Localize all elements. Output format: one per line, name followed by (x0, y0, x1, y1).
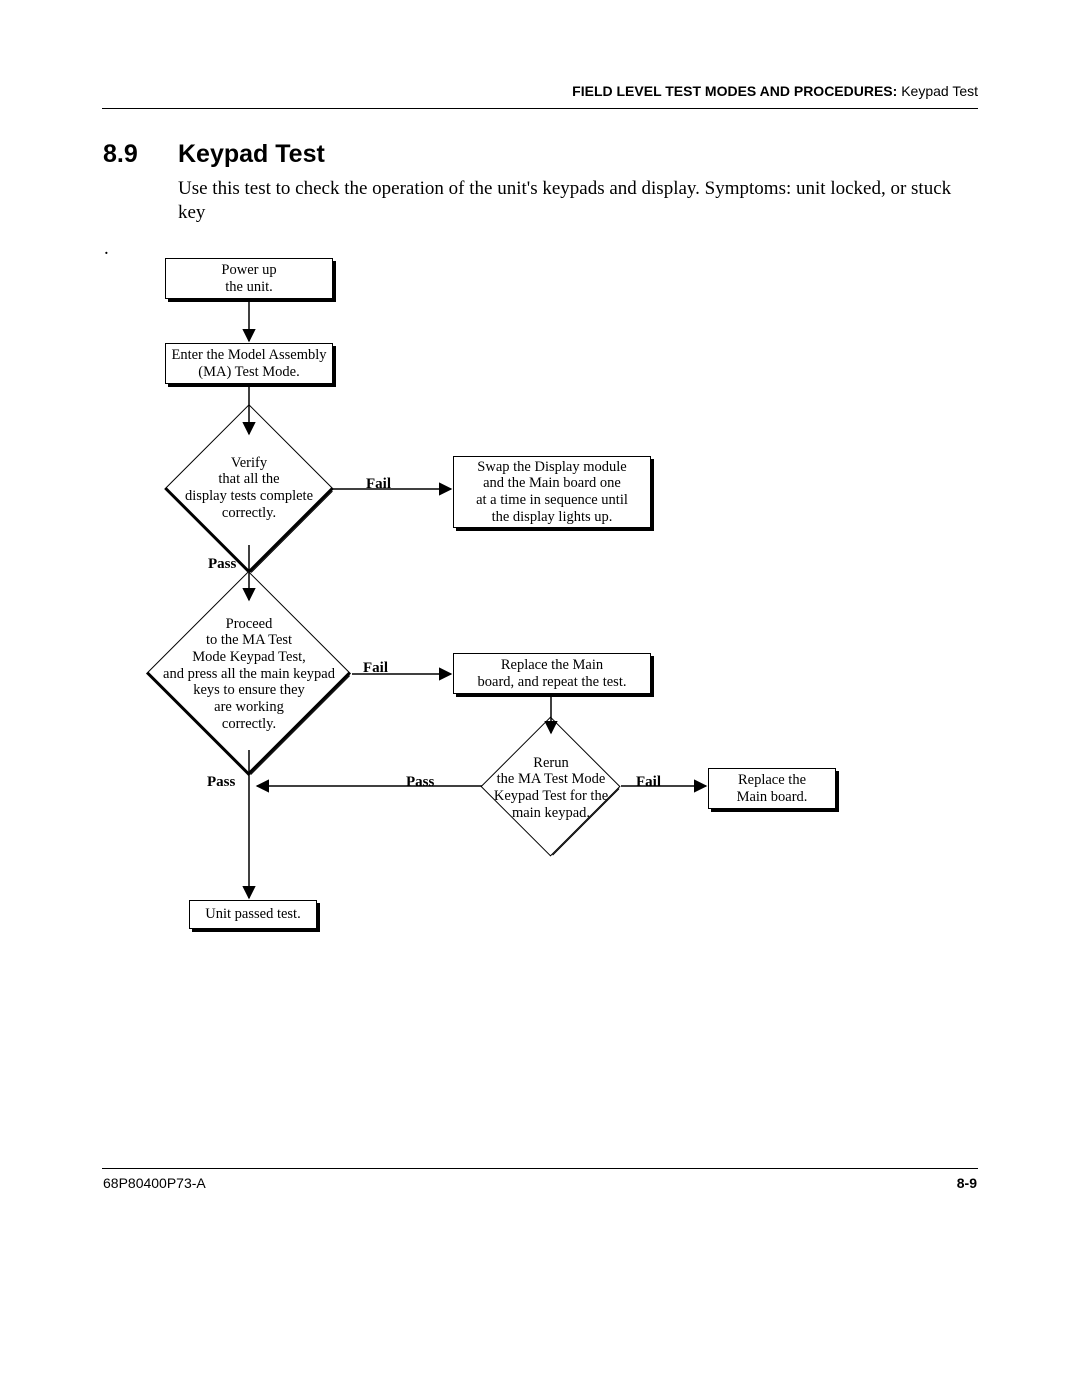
footer-rule (102, 1168, 978, 1169)
section-paragraph: Use this test to check the operation of … (178, 177, 970, 225)
node-enter-text: Enter the Model Assembly (MA) Test Mode. (171, 347, 326, 380)
stray-period: . (104, 238, 109, 260)
header-section: Keypad Test (897, 83, 978, 99)
header-chapter: FIELD LEVEL TEST MODES AND PROCEDURES: (572, 83, 897, 99)
label-pass-1: Pass (208, 556, 236, 573)
node-d2-text: Proceed to the MA Test Mode Keypad Test,… (146, 612, 352, 736)
node-swap: Swap the Display module and the Main boa… (453, 456, 651, 528)
node-replace2-text: Replace the Main board. (737, 772, 808, 805)
section-title: Keypad Test (178, 140, 325, 169)
node-replace: Replace the Main board, and repeat the t… (453, 653, 651, 694)
node-power-text: Power up the unit. (221, 262, 276, 295)
running-header: FIELD LEVEL TEST MODES AND PROCEDURES: K… (572, 83, 978, 99)
label-pass-3: Pass (406, 774, 434, 791)
page: FIELD LEVEL TEST MODES AND PROCEDURES: K… (0, 0, 1080, 1397)
node-passed-text: Unit passed test. (205, 906, 300, 923)
node-power: Power up the unit. (165, 258, 333, 299)
node-replace2: Replace the Main board. (708, 768, 836, 809)
node-passed: Unit passed test. (189, 900, 317, 929)
label-fail-2: Fail (363, 660, 388, 677)
footer-page: 8-9 (957, 1175, 977, 1191)
label-pass-2: Pass (207, 774, 235, 791)
node-swap-text: Swap the Display module and the Main boa… (476, 459, 628, 526)
label-fail-1: Fail (366, 476, 391, 493)
header-rule (102, 108, 978, 109)
section-number: 8.9 (103, 140, 138, 169)
node-enter: Enter the Model Assembly (MA) Test Mode. (165, 343, 333, 384)
label-fail-3: Fail (636, 774, 661, 791)
footer-docid: 68P80400P73-A (103, 1175, 206, 1191)
node-d3-text: Rerun the MA Test Mode Keypad Test for t… (471, 752, 631, 824)
node-replace-text: Replace the Main board, and repeat the t… (478, 657, 627, 690)
node-d1-text: Verify that all the display tests comple… (159, 450, 339, 526)
